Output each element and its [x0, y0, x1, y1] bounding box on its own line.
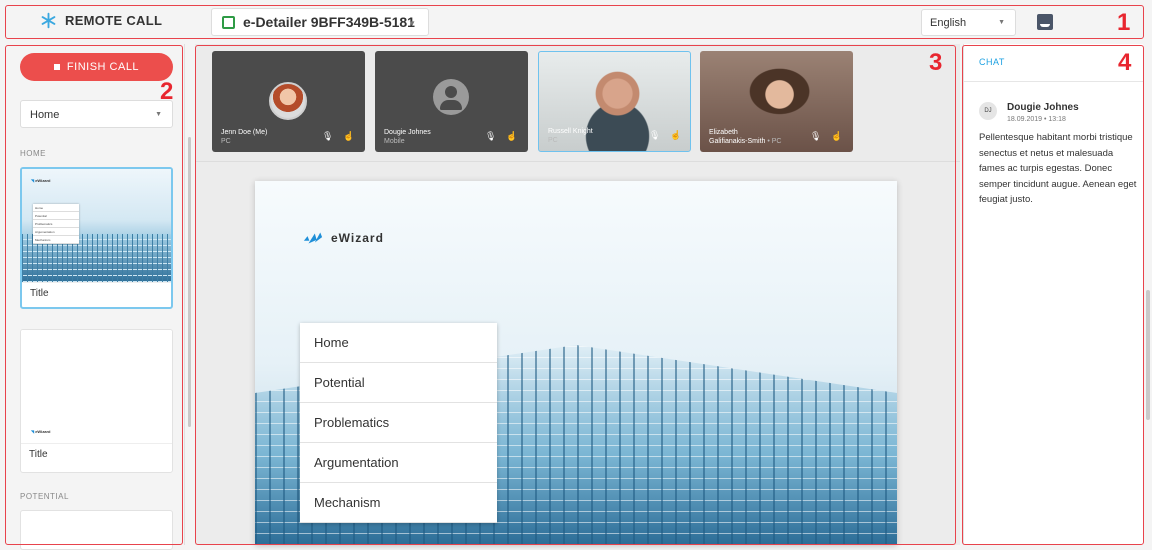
chapter-select[interactable]: Home ▼ [20, 100, 173, 128]
microphone-muted-icon[interactable]: 🎙 [810, 131, 821, 142]
slide-caption: Title [21, 443, 172, 465]
participant-name: Jenn Doe (Me) [221, 128, 268, 136]
slide-menu-item-mechanism[interactable]: Mechanism [300, 483, 497, 523]
slide-menu-item-potential[interactable]: Potential [300, 363, 497, 403]
pointer-off-icon[interactable]: ☝ [506, 131, 517, 142]
slide-preview: ◥ eWizard Home Potential Problematics Ar… [22, 169, 171, 282]
chevron-down-icon: ▼ [408, 19, 416, 28]
participants-strip: Jenn Doe (Me) PC 🎙 ☝ Dougie Johnes Mobil… [195, 44, 960, 162]
slide-menu-item-argumentation[interactable]: Argumentation [300, 443, 497, 483]
ewizard-logo-icon [303, 232, 323, 244]
message-text: Pellentesque habitant morbi tristique se… [979, 132, 1137, 205]
section-label-potential: POTENTIAL [20, 492, 69, 501]
mini-logo: ◥ eWizard [31, 178, 51, 183]
slide-preview: ◥ eWizard [21, 330, 172, 443]
stop-icon [53, 64, 60, 70]
ewizard-logo: eWizard [303, 231, 384, 245]
finish-call-button[interactable]: FINISH CALL [20, 53, 173, 81]
slide-thumbnail[interactable]: ◥ eWizard Home Potential Problematics Ar… [20, 167, 173, 309]
snowflake-logo-icon [41, 12, 56, 29]
pointer-icon[interactable]: ☝ [343, 131, 354, 142]
participant-tile[interactable]: Elizabeth Galifianakis-Smith • PC 🎙 ☝ [700, 51, 853, 152]
avatar: DJ [979, 102, 997, 120]
presentation-area: Jenn Doe (Me) PC 🎙 ☝ Dougie Johnes Mobil… [195, 44, 960, 545]
participant-tile[interactable]: Dougie Johnes Mobile 🎙 ☝ [375, 51, 528, 152]
participant-tile[interactable]: Jenn Doe (Me) PC 🎙 ☝ [212, 51, 365, 152]
chevron-down-icon: ▼ [155, 111, 162, 118]
participant-name: Russell Knight [548, 127, 593, 135]
slide-navigation-menu: Home Potential Problematics Argumentatio… [300, 323, 497, 523]
message-time: 18.09.2019 • 13:18 [1007, 116, 1066, 123]
pointer-off-icon[interactable]: ☝ [670, 130, 681, 141]
inbox-icon[interactable] [1037, 14, 1053, 30]
presentation-slide: eWizard Home Potential Problematics Argu… [255, 181, 897, 545]
slide-menu-item-problematics[interactable]: Problematics [300, 403, 497, 443]
microphone-icon[interactable]: 🎙 [649, 130, 660, 141]
top-bar: REMOTE CALL e-Detailer 9BFF349B-5181 ▼ E… [0, 0, 1152, 44]
participant-device: Mobile [384, 137, 405, 145]
avatar-placeholder [433, 79, 469, 115]
mini-logo: ◥ eWizard [31, 429, 51, 434]
chat-title: CHAT [964, 44, 1143, 82]
participant-tile[interactable]: Russell Knight PC 🎙 ☝ [538, 51, 691, 152]
chevron-down-icon: ▼ [998, 19, 1005, 26]
callout-number-3: 3 [929, 49, 943, 76]
presentation-selector[interactable]: e-Detailer 9BFF349B-5181 ▼ [211, 8, 429, 36]
pointer-off-icon[interactable]: ☝ [831, 131, 842, 142]
app-title: REMOTE CALL [65, 13, 163, 28]
callout-number-4: 4 [1118, 49, 1132, 76]
slide-menu-item-home[interactable]: Home [300, 323, 497, 363]
chat-panel: CHAT DJ Dougie Johnes 18.09.2019 • 13:18… [963, 44, 1143, 545]
slides-sidebar: FINISH CALL Home ▼ HOME ◥ eWizard Home P… [0, 44, 185, 550]
language-value: English [930, 17, 967, 29]
participant-device: PC [771, 137, 782, 145]
callout-number-2: 2 [160, 78, 174, 105]
app-logo: REMOTE CALL [40, 12, 162, 29]
microphone-icon[interactable]: 🎙 [322, 131, 333, 142]
participant-name: Dougie Johnes [384, 128, 431, 136]
callout-number-1: 1 [1117, 9, 1131, 36]
ewizard-logo-text: eWizard [331, 231, 384, 245]
presentation-icon [222, 15, 235, 29]
chapter-select-value: Home [30, 109, 60, 121]
language-select[interactable]: English ▼ [921, 9, 1016, 36]
mini-menu: Home Potential Problematics Argumentatio… [33, 204, 79, 244]
sidebar-scrollbar[interactable] [188, 137, 191, 427]
slide-thumbnail[interactable] [20, 510, 173, 550]
microphone-muted-icon[interactable]: 🎙 [485, 131, 496, 142]
presentation-name: e-Detailer 9BFF349B-5181 [243, 14, 415, 30]
participant-device: PC [221, 137, 231, 145]
participant-name-line1: Elizabeth [709, 128, 738, 136]
finish-call-label: FINISH CALL [66, 61, 140, 73]
participant-name-line2: Galifianakis-Smith [709, 137, 766, 145]
slide-caption: Title [22, 282, 171, 304]
message-author: Dougie Johnes [1007, 102, 1079, 113]
section-label-home: HOME [20, 149, 46, 158]
participant-device: PC [548, 136, 558, 144]
slide-thumbnail[interactable]: ◥ eWizard Title [20, 329, 173, 473]
avatar [269, 82, 307, 120]
chat-scrollbar[interactable] [1146, 290, 1150, 420]
